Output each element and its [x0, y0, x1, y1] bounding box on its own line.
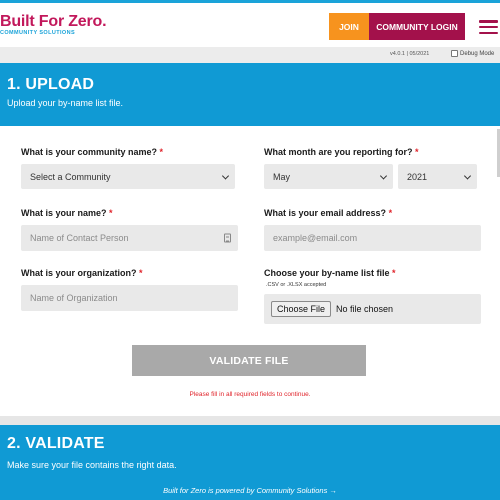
validate-section-subtitle: Make sure your file contains the right d… [7, 460, 177, 470]
hamburger-line [479, 25, 498, 29]
error-message: Please fill in all required fields to co… [189, 391, 311, 398]
community-label: What is your community name? * [21, 147, 163, 157]
chevron-down-icon [463, 171, 472, 180]
year-select[interactable]: 2021 [398, 164, 477, 189]
logo-title: Built For Zero. [0, 13, 107, 30]
community-login-button[interactable]: COMMUNITY LOGIN [369, 13, 465, 40]
file-label: Choose your by-name list file * [264, 268, 396, 278]
name-label: What is your name? * [21, 208, 113, 218]
organization-label: What is your organization? * [21, 268, 143, 278]
email-label-text: What is your email address? [264, 208, 387, 218]
organization-input[interactable]: Name of Organization [21, 285, 238, 311]
choose-file-button[interactable]: Choose File [271, 301, 332, 317]
validate-file-button[interactable]: VALIDATE FILE [132, 345, 366, 376]
upload-section-subtitle: Upload your by-name list file. [7, 98, 124, 108]
required-marker: * [139, 268, 143, 278]
footer-link[interactable]: Built for Zero is powered by Community S… [0, 481, 500, 500]
required-marker: * [392, 268, 396, 278]
join-button[interactable]: JOIN [329, 13, 369, 40]
hamburger-line [479, 20, 498, 23]
chevron-down-icon [379, 171, 388, 180]
file-label-text: Choose your by-name list file [264, 268, 390, 278]
month-label-text: What month are you reporting for? [264, 147, 413, 157]
required-marker: * [159, 147, 164, 157]
email-placeholder: example@email.com [273, 233, 358, 243]
file-type-hint: .CSV or .XLSX accepted [266, 282, 327, 288]
chevron-down-icon [221, 171, 230, 180]
month-label: What month are you reporting for? * [264, 147, 419, 157]
debug-mode-checkbox[interactable] [451, 50, 458, 57]
file-input[interactable]: Choose File No file chosen [264, 294, 481, 324]
contact-card-icon [224, 233, 231, 243]
validate-section-header: 2. VALIDATE Make sure your file contains… [0, 425, 500, 475]
organization-placeholder: Name of Organization [30, 293, 118, 303]
required-marker: * [109, 208, 113, 218]
required-marker: * [388, 208, 393, 218]
month-select-value: May [273, 171, 291, 182]
section-divider [0, 416, 500, 425]
community-label-text: What is your community name? [21, 147, 158, 157]
logo[interactable]: Built For Zero. COMMUNITY SOLUTIONS [0, 13, 107, 36]
site-header: Built For Zero. COMMUNITY SOLUTIONS JOIN… [0, 3, 500, 47]
email-label: What is your email address? * [264, 208, 392, 218]
upload-section-title: 1. UPLOAD [7, 76, 95, 93]
organization-label-text: What is your organization? [21, 268, 137, 278]
file-status-text: No file chosen [336, 304, 394, 314]
contact-name-placeholder: Name of Contact Person [30, 233, 129, 243]
name-label-text: What is your name? [21, 208, 107, 218]
email-input[interactable]: example@email.com [264, 225, 481, 251]
community-select-value: Select a Community [30, 171, 111, 182]
hamburger-line [479, 31, 498, 34]
debug-mode-label: Debug Mode [460, 50, 495, 57]
version-text: v4.0.1 | 05/2021 [390, 51, 430, 57]
contact-name-input[interactable]: Name of Contact Person [21, 225, 238, 251]
community-select[interactable]: Select a Community [21, 164, 235, 189]
month-select[interactable]: May [264, 164, 393, 189]
hamburger-icon[interactable] [479, 20, 498, 34]
required-marker: * [415, 147, 419, 157]
version-bar: v4.0.1 | 05/2021 Debug Mode [0, 47, 500, 63]
year-select-value: 2021 [407, 171, 428, 182]
upload-section-header: 1. UPLOAD Upload your by-name list file. [0, 63, 500, 126]
debug-mode-toggle[interactable]: Debug Mode [451, 50, 494, 57]
validate-section-title: 2. VALIDATE [7, 435, 105, 452]
